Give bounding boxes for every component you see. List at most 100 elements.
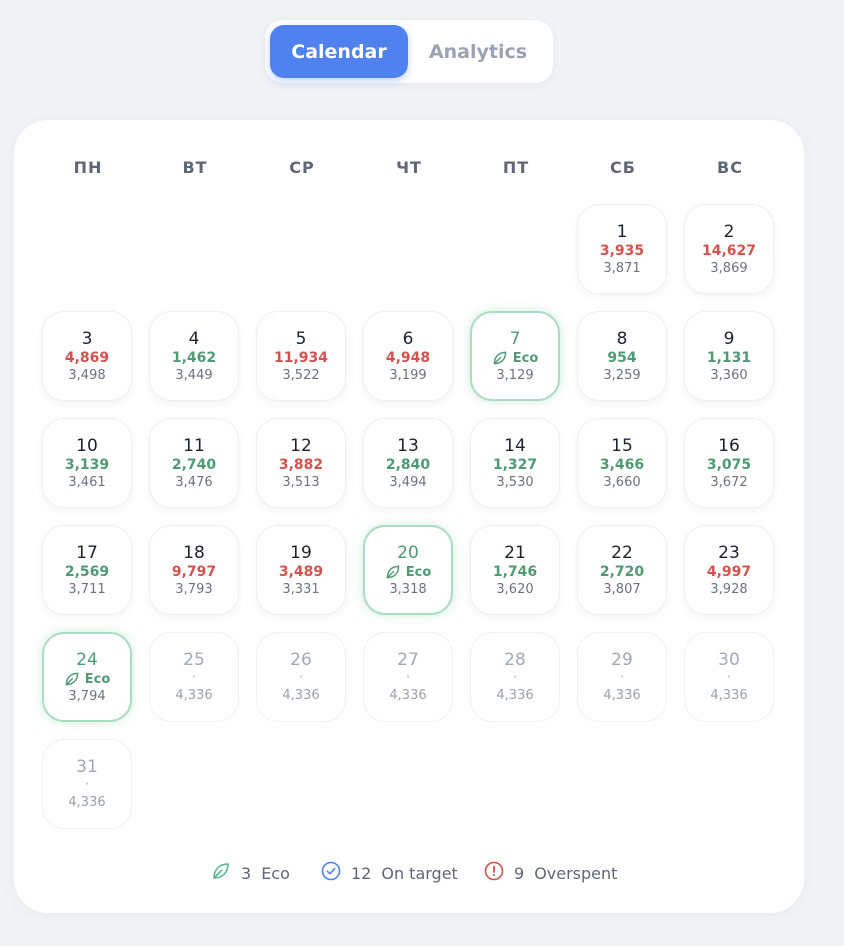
daily-budget: 4,336 (710, 688, 748, 703)
spent-amount: 3,139 (64, 457, 110, 473)
day-number: 16 (718, 436, 740, 456)
daily-budget: 3,660 (603, 475, 641, 490)
daily-budget: 3,449 (175, 368, 213, 383)
daily-budget: 3,331 (282, 582, 320, 597)
eco-label: Eco (512, 350, 539, 366)
day-cell[interactable]: 20 Eco 3,318 (363, 525, 453, 615)
day-cell[interactable]: 17 2,569 3,711 (42, 525, 132, 615)
day-cell[interactable]: 13 2,840 3,494 (363, 418, 453, 508)
day-number: 2 (723, 222, 735, 242)
spent-amount: 954 (607, 350, 637, 366)
spent-amount: 3,882 (278, 457, 324, 473)
day-number: 6 (402, 329, 414, 349)
day-cell[interactable]: 5 11,934 3,522 (256, 311, 346, 401)
daily-budget: 3,928 (710, 582, 748, 597)
day-cell[interactable]: 28 · 4,336 (470, 632, 560, 722)
day-cell[interactable]: 12 3,882 3,513 (256, 418, 346, 508)
day-cell[interactable]: 6 4,948 3,199 (363, 311, 453, 401)
day-cell[interactable]: 25 · 4,336 (149, 632, 239, 722)
spent-amount: 4,948 (385, 350, 431, 366)
day-number: 30 (718, 650, 740, 670)
spent-amount: · (192, 672, 196, 683)
daily-budget: 3,498 (68, 368, 106, 383)
day-cell[interactable]: 4 1,462 3,449 (149, 311, 239, 401)
day-cell[interactable]: 29 · 4,336 (577, 632, 667, 722)
leaf-icon (385, 564, 401, 580)
day-number: 23 (718, 543, 740, 563)
day-number: 18 (183, 543, 205, 563)
daily-budget: 4,336 (282, 688, 320, 703)
day-cell[interactable]: 8 954 3,259 (577, 311, 667, 401)
tab-analytics[interactable]: Analytics (408, 25, 548, 78)
spent-amount: 3,075 (706, 457, 752, 473)
calendar-grid: 1 3,935 3,871 2 14,627 3,869 3 4,869 3,498 4 1,462… (14, 120, 804, 913)
day-cell[interactable]: 26 · 4,336 (256, 632, 346, 722)
day-number: 15 (611, 436, 633, 456)
spent-amount: 9,797 (171, 564, 217, 580)
day-number: 14 (504, 436, 526, 456)
leaf-icon (211, 861, 231, 885)
daily-budget: 3,318 (389, 582, 427, 597)
daily-budget: 3,360 (710, 368, 748, 383)
day-cell[interactable]: 16 3,075 3,672 (684, 418, 774, 508)
legend-on-target: 12 On target (321, 861, 458, 885)
daily-budget: 3,807 (603, 582, 641, 597)
day-cell[interactable]: 30 · 4,336 (684, 632, 774, 722)
day-cell[interactable]: 2 14,627 3,869 (684, 204, 774, 294)
eco-label: Eco (405, 564, 432, 580)
day-number: 17 (76, 543, 98, 563)
daily-budget: 3,620 (496, 582, 534, 597)
day-number: 24 (76, 650, 98, 670)
daily-budget: 3,259 (603, 368, 641, 383)
legend: 3 Eco 12 On target 9 Overspent (14, 861, 804, 885)
day-cell[interactable]: 11 2,740 3,476 (149, 418, 239, 508)
leaf-icon (492, 350, 508, 366)
day-number: 26 (290, 650, 312, 670)
day-cell[interactable]: 15 3,466 3,660 (577, 418, 667, 508)
day-cell[interactable]: 19 3,489 3,331 (256, 525, 346, 615)
day-number: 4 (188, 329, 200, 349)
day-number: 7 (509, 329, 521, 349)
day-number: 19 (290, 543, 312, 563)
daily-budget: 3,494 (389, 475, 427, 490)
daily-budget: 3,129 (496, 368, 534, 383)
daily-budget: 4,336 (175, 688, 213, 703)
spent-amount: 3,489 (278, 564, 324, 580)
day-cell[interactable]: 22 2,720 3,807 (577, 525, 667, 615)
day-cell[interactable]: 10 3,139 3,461 (42, 418, 132, 508)
calendar-card: ПН ВТ СР ЧТ ПТ СБ ВС 1 3,935 3,871 2 14,627 3… (14, 120, 804, 913)
spent-amount: 2,720 (599, 564, 645, 580)
day-cell[interactable]: 14 1,327 3,530 (470, 418, 560, 508)
check-circle-icon (321, 861, 341, 885)
day-cell[interactable]: 18 9,797 3,793 (149, 525, 239, 615)
day-cell[interactable]: 23 4,997 3,928 (684, 525, 774, 615)
spent-amount: 2,740 (171, 457, 217, 473)
spent-amount: 3,466 (599, 457, 645, 473)
day-cell[interactable]: 31 · 4,336 (42, 739, 132, 829)
day-cell[interactable]: 3 4,869 3,498 (42, 311, 132, 401)
day-cell[interactable]: 24 Eco 3,794 (42, 632, 132, 722)
spent-amount: 1,327 (492, 457, 538, 473)
day-number: 10 (76, 436, 98, 456)
day-cell[interactable]: 7 Eco 3,129 (470, 311, 560, 401)
spent-amount: 4,997 (706, 564, 752, 580)
day-cell[interactable]: 21 1,746 3,620 (470, 525, 560, 615)
eco-badge: Eco (472, 349, 558, 367)
daily-budget: 3,522 (282, 368, 320, 383)
day-number: 3 (81, 329, 93, 349)
spent-amount: 11,934 (273, 350, 329, 366)
day-cell[interactable]: 27 · 4,336 (363, 632, 453, 722)
spent-amount: · (727, 672, 731, 683)
daily-budget: 4,336 (603, 688, 641, 703)
day-cell[interactable]: 9 1,131 3,360 (684, 311, 774, 401)
spent-amount: 3,935 (599, 243, 645, 259)
daily-budget: 4,336 (389, 688, 427, 703)
spent-amount: · (513, 672, 517, 683)
legend-overspent: 9 Overspent (484, 861, 617, 885)
daily-budget: 3,711 (68, 582, 106, 597)
day-cell[interactable]: 1 3,935 3,871 (577, 204, 667, 294)
daily-budget: 3,672 (710, 475, 748, 490)
spent-amount: · (299, 672, 303, 683)
tab-calendar[interactable]: Calendar (270, 25, 408, 78)
spent-amount: 2,569 (64, 564, 110, 580)
